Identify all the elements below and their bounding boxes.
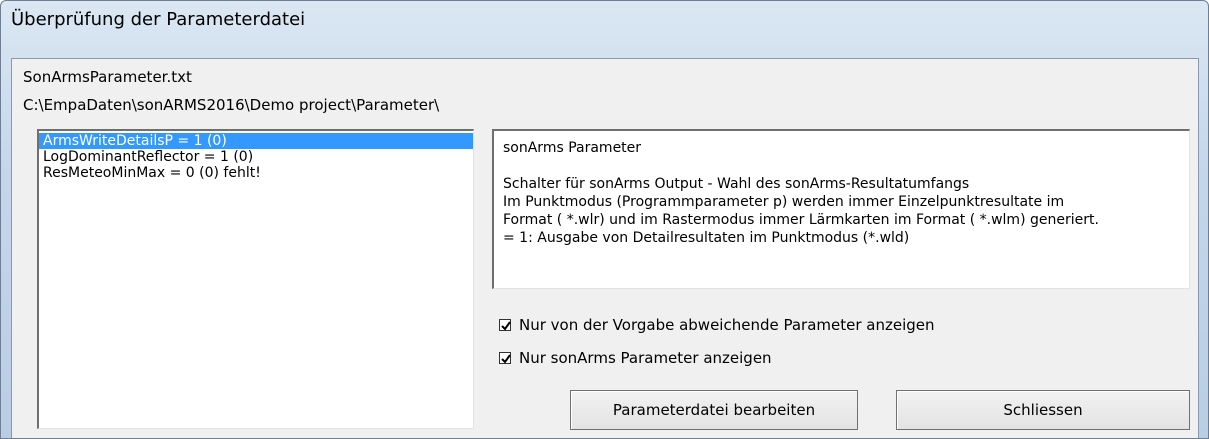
- dialog-client-area: SonArmsParameter.txt C:\EmpaDaten\sonARM…: [11, 58, 1199, 438]
- only-deviating-checkbox[interactable]: [499, 319, 511, 331]
- description-line: Format ( *.wlr) und im Rastermodus immer…: [503, 212, 1099, 228]
- file-name-label: SonArmsParameter.txt: [23, 68, 192, 86]
- only-sonarms-checkbox[interactable]: [499, 352, 511, 364]
- parameter-list-item[interactable]: ArmsWriteDetailsP = 1 (0): [39, 133, 473, 149]
- parameter-listbox[interactable]: ArmsWriteDetailsP = 1 (0) LogDominantRef…: [37, 129, 474, 429]
- only-sonarms-label: Nur sonArms Parameter anzeigen: [519, 349, 772, 367]
- only-deviating-option[interactable]: Nur von der Vorgabe abweichende Paramete…: [499, 316, 935, 334]
- parameter-list-item[interactable]: ResMeteoMinMax = 0 (0) fehlt!: [39, 165, 473, 181]
- close-button[interactable]: Schliessen: [896, 390, 1190, 430]
- only-sonarms-option[interactable]: Nur sonArms Parameter anzeigen: [499, 349, 772, 367]
- description-line: Schalter für sonArms Output - Wahl des s…: [503, 176, 970, 192]
- window-title: Überprüfung der Parameterdatei: [11, 9, 306, 30]
- description-line: = 1: Ausgabe von Detailresultaten im Pun…: [503, 230, 910, 246]
- edit-parameter-file-button[interactable]: Parameterdatei bearbeiten: [570, 390, 858, 430]
- parameter-description-box[interactable]: sonArms Parameter Schalter für sonArms O…: [492, 129, 1190, 289]
- checkmark-icon: [501, 321, 511, 331]
- only-deviating-label: Nur von der Vorgabe abweichende Paramete…: [519, 316, 935, 334]
- description-heading: sonArms Parameter: [503, 140, 642, 156]
- checkmark-icon: [501, 354, 511, 364]
- description-line: Im Punktmodus (Programmparameter p) werd…: [503, 194, 1065, 210]
- file-path-label: C:\EmpaDaten\sonARMS2016\Demo project\Pa…: [23, 96, 440, 114]
- dialog-window: Überprüfung der Parameterdatei SonArmsPa…: [0, 0, 1209, 439]
- parameter-list-item[interactable]: LogDominantReflector = 1 (0): [39, 149, 473, 165]
- title-bar[interactable]: Überprüfung der Parameterdatei: [1, 1, 1208, 57]
